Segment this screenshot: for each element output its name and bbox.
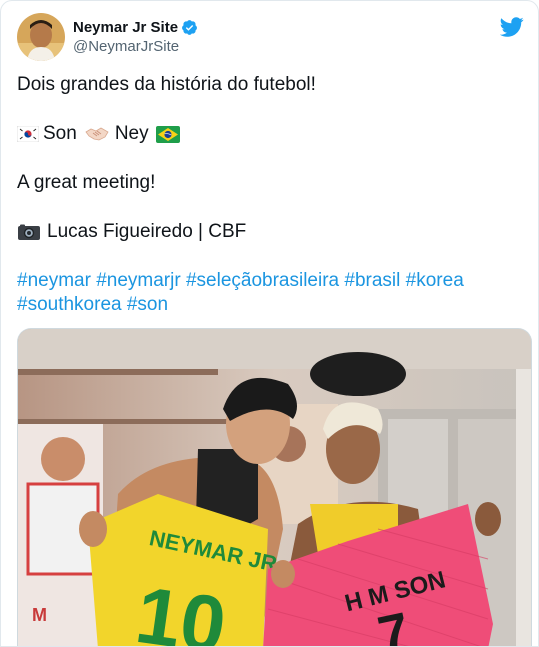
tweet-card: Neymar Jr Site @NeymarJrSite Dois grande…: [0, 0, 539, 647]
author-avatar[interactable]: [17, 13, 65, 61]
author-handle[interactable]: @NeymarJrSite: [73, 38, 198, 55]
ney-label: Ney: [114, 123, 149, 144]
son-label: Son: [43, 123, 77, 144]
author-names: Neymar Jr Site @NeymarJrSite: [73, 19, 198, 55]
tweet-line-4: Lucas Figueiredo | CBF: [17, 220, 522, 244]
tweet-header: Neymar Jr Site @NeymarJrSite: [17, 13, 524, 61]
camera-icon: [18, 224, 40, 240]
avatar-photo-icon: [17, 13, 65, 61]
hashtag-neymarjr[interactable]: #neymarjr: [96, 269, 180, 293]
hashtag-selecaobrasileira[interactable]: #seleçãobrasileira: [186, 269, 339, 293]
hashtags-row-1: #neymar #neymarjr #seleçãobrasileira #br…: [17, 269, 522, 293]
svg-text:M: M: [32, 605, 47, 625]
hashtag-son[interactable]: #son: [127, 293, 168, 317]
jersey-left-number: 10: [131, 570, 232, 647]
south-korea-flag-icon: [17, 126, 39, 142]
tweet-line-3: A great meeting!: [17, 172, 156, 193]
hashtag-neymar[interactable]: #neymar: [17, 269, 91, 293]
photo-credit: Lucas Figueiredo | CBF: [47, 221, 247, 242]
twitter-bird-icon[interactable]: [500, 15, 524, 39]
tweet-line-1: Dois grandes da história do futebol!: [17, 74, 316, 95]
tweet-line-2: Son Ney: [17, 122, 522, 146]
players-photo-image: M NEYMAR JR 10 H M SON 7: [18, 329, 531, 647]
hashtags-row-2: #southkorea #son: [17, 293, 522, 317]
tweet-text: Dois grandes da história do futebol! Son…: [17, 73, 522, 317]
tweet-photo[interactable]: M NEYMAR JR 10 H M SON 7: [17, 328, 532, 647]
author-display-name[interactable]: Neymar Jr Site: [73, 19, 178, 36]
hashtag-brasil[interactable]: #brasil: [344, 269, 400, 293]
hashtag-korea[interactable]: #korea: [406, 269, 464, 293]
brazil-flag-icon: [155, 125, 180, 143]
verified-badge-icon: [182, 20, 197, 35]
handshake-icon: [85, 127, 109, 141]
hashtag-southkorea[interactable]: #southkorea: [17, 293, 122, 317]
